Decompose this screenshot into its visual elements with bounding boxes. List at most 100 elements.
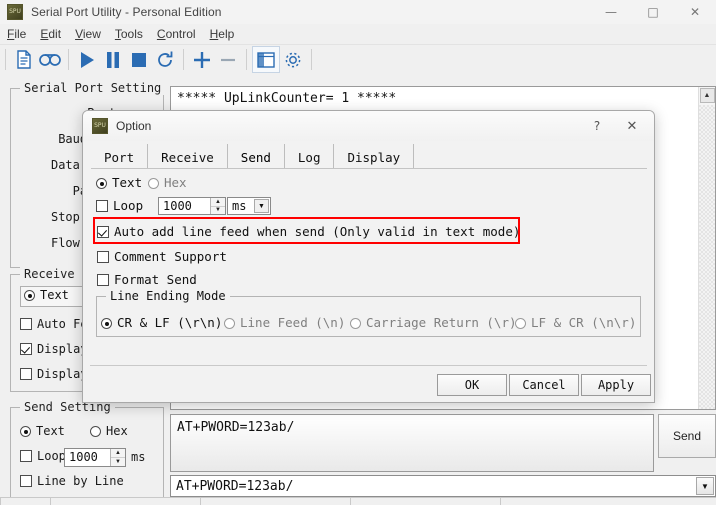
send-loop-unit-label: ms xyxy=(131,450,146,464)
receive-display-2-checkbox-row[interactable]: Display xyxy=(20,367,88,381)
send-mode-text-row[interactable]: Text xyxy=(20,424,65,438)
dialog-app-icon: SPU xyxy=(92,118,108,134)
toolbar-divider xyxy=(68,49,69,70)
dialog-comment-support-row[interactable]: Comment Support xyxy=(97,249,227,264)
play-icon[interactable] xyxy=(74,47,100,72)
dialog-format-send-checkbox[interactable] xyxy=(97,274,109,286)
menu-edit[interactable]: Edit xyxy=(33,26,68,42)
dialog-loop-unit-chevron-down-icon[interactable]: ▼ xyxy=(254,199,269,213)
receive-display-1-checkbox[interactable] xyxy=(20,343,32,355)
dialog-auto-linefeed-checkbox[interactable] xyxy=(97,226,109,238)
send-loop-checkbox[interactable] xyxy=(20,450,32,462)
send-mode-hex-row[interactable]: Hex xyxy=(90,424,128,438)
tab-port[interactable]: Port xyxy=(91,144,149,168)
apply-button[interactable]: Apply xyxy=(581,374,651,396)
send-mode-text-radio[interactable] xyxy=(20,426,31,437)
gear-icon[interactable] xyxy=(280,47,306,72)
dialog-close-icon[interactable]: ✕ xyxy=(620,115,644,137)
dialog-loop-row[interactable]: Loop xyxy=(96,198,143,213)
dialog-auto-linefeed-row[interactable]: Auto add line feed when send (Only valid… xyxy=(97,224,520,239)
send-loop-spin-up[interactable]: ▲ xyxy=(111,449,125,458)
line-ending-crlf-radio[interactable] xyxy=(101,318,112,329)
line-ending-lf-radio[interactable] xyxy=(224,318,235,329)
send-button[interactable]: Send xyxy=(658,414,716,458)
scrollbar-track[interactable] xyxy=(699,105,715,409)
send-loop-row[interactable]: Loop xyxy=(20,449,66,463)
minus-icon[interactable] xyxy=(215,47,241,72)
dialog-comment-support-label: Comment Support xyxy=(114,249,227,264)
dialog-loop-spinner[interactable]: 1000 ▲ ▼ xyxy=(158,197,226,215)
receive-mode-text-label: Text xyxy=(40,288,69,302)
minimize-button[interactable]: — xyxy=(590,0,632,24)
dialog-format-send-row[interactable]: Format Send xyxy=(97,272,197,287)
menu-control[interactable]: Control xyxy=(150,26,203,42)
dialog-comment-support-checkbox[interactable] xyxy=(97,251,109,263)
line-ending-lfcr-radio[interactable] xyxy=(515,318,526,329)
send-loop-spinner[interactable]: 1000 ▲ ▼ xyxy=(64,448,126,467)
send-loop-spin-buttons[interactable]: ▲ ▼ xyxy=(110,449,125,466)
cancel-button[interactable]: Cancel xyxy=(509,374,579,396)
dialog-loop-unit-combobox[interactable]: ms ▼ xyxy=(227,197,271,215)
new-file-icon[interactable] xyxy=(11,47,37,72)
menu-control-rest: ontrol xyxy=(165,27,196,41)
tab-receive[interactable]: Receive xyxy=(148,144,228,168)
receive-auto-feed-checkbox[interactable] xyxy=(20,318,32,330)
application-window: SPU Serial Port Utility - Personal Editi… xyxy=(0,0,716,505)
dialog-loop-spin-up[interactable]: ▲ xyxy=(211,198,225,207)
stop-icon[interactable] xyxy=(126,47,152,72)
tab-display[interactable]: Display xyxy=(334,144,415,168)
send-line-by-line-row[interactable]: Line by Line xyxy=(20,474,124,488)
menu-file[interactable]: File xyxy=(0,26,33,42)
pause-icon[interactable] xyxy=(100,47,126,72)
send-history-combobox[interactable]: AT+PWORD=123ab/ ▼ xyxy=(170,475,716,497)
line-ending-crlf-row[interactable]: CR & LF (\r\n) xyxy=(101,315,222,330)
refresh-icon[interactable] xyxy=(152,47,178,72)
maximize-button[interactable]: □ xyxy=(632,0,674,24)
toolbar xyxy=(0,45,716,75)
tab-send[interactable]: Send xyxy=(227,144,284,168)
plus-icon[interactable] xyxy=(189,47,215,72)
line-ending-cr-row[interactable]: Carriage Return (\r) xyxy=(350,315,517,330)
dialog-loop-spin-down[interactable]: ▼ xyxy=(211,207,225,215)
menu-tools[interactable]: Tools xyxy=(108,26,150,42)
dialog-auto-linefeed-label: Auto add line feed when send (Only valid… xyxy=(114,224,521,239)
dialog-format-send-label: Format Send xyxy=(114,272,197,287)
send-mode-hex-radio[interactable] xyxy=(90,426,101,437)
status-cell-5 xyxy=(500,497,716,505)
dialog-mode-hex-radio[interactable] xyxy=(148,178,159,189)
help-icon[interactable]: ? xyxy=(585,115,609,137)
receive-mode-text-radio[interactable] xyxy=(24,290,35,301)
dialog-mode-text-row[interactable]: Text xyxy=(96,175,142,190)
send-line-by-line-label: Line by Line xyxy=(37,474,124,488)
menu-view[interactable]: View xyxy=(68,26,108,42)
receive-auto-feed-checkbox-row[interactable]: Auto Fe xyxy=(20,317,88,331)
receive-display-1-checkbox-row[interactable]: Display xyxy=(20,342,88,356)
menu-help[interactable]: Help xyxy=(203,26,242,42)
chevron-down-icon[interactable]: ▼ xyxy=(696,477,714,495)
dialog-mode-hex-row[interactable]: Hex xyxy=(148,175,187,190)
send-line-by-line-checkbox[interactable] xyxy=(20,475,32,487)
scroll-up-arrow-icon[interactable]: ▲ xyxy=(699,88,715,103)
tab-log[interactable]: Log xyxy=(283,144,335,168)
ok-button[interactable]: OK xyxy=(437,374,507,396)
line-ending-lfcr-row[interactable]: LF & CR (\n\r) xyxy=(515,315,636,330)
option-dialog-titlebar: SPU Option xyxy=(83,111,654,141)
layout-icon[interactable] xyxy=(252,46,280,73)
send-mode-hex-label: Hex xyxy=(106,424,128,438)
send-loop-spin-down[interactable]: ▼ xyxy=(111,458,125,466)
send-editor[interactable]: AT+PWORD=123ab/ xyxy=(170,414,654,472)
line-ending-lf-row[interactable]: Line Feed (\n) xyxy=(224,315,345,330)
dialog-mode-hex-label: Hex xyxy=(164,175,187,190)
tabstrip-underline xyxy=(91,168,647,169)
dialog-loop-checkbox[interactable] xyxy=(96,200,108,212)
dialog-loop-spin-buttons[interactable]: ▲ ▼ xyxy=(210,198,225,214)
record-icon[interactable] xyxy=(37,47,63,72)
line-ending-cr-radio[interactable] xyxy=(350,318,361,329)
dialog-mode-text-radio[interactable] xyxy=(96,178,107,189)
menu-edit-rest: dit xyxy=(48,27,62,41)
receive-vertical-scrollbar[interactable]: ▲ xyxy=(698,87,715,409)
close-button[interactable]: ✕ xyxy=(674,0,716,24)
toolbar-divider xyxy=(311,49,312,70)
dialog-loop-label: Loop xyxy=(113,198,144,213)
receive-display-2-checkbox[interactable] xyxy=(20,368,32,380)
